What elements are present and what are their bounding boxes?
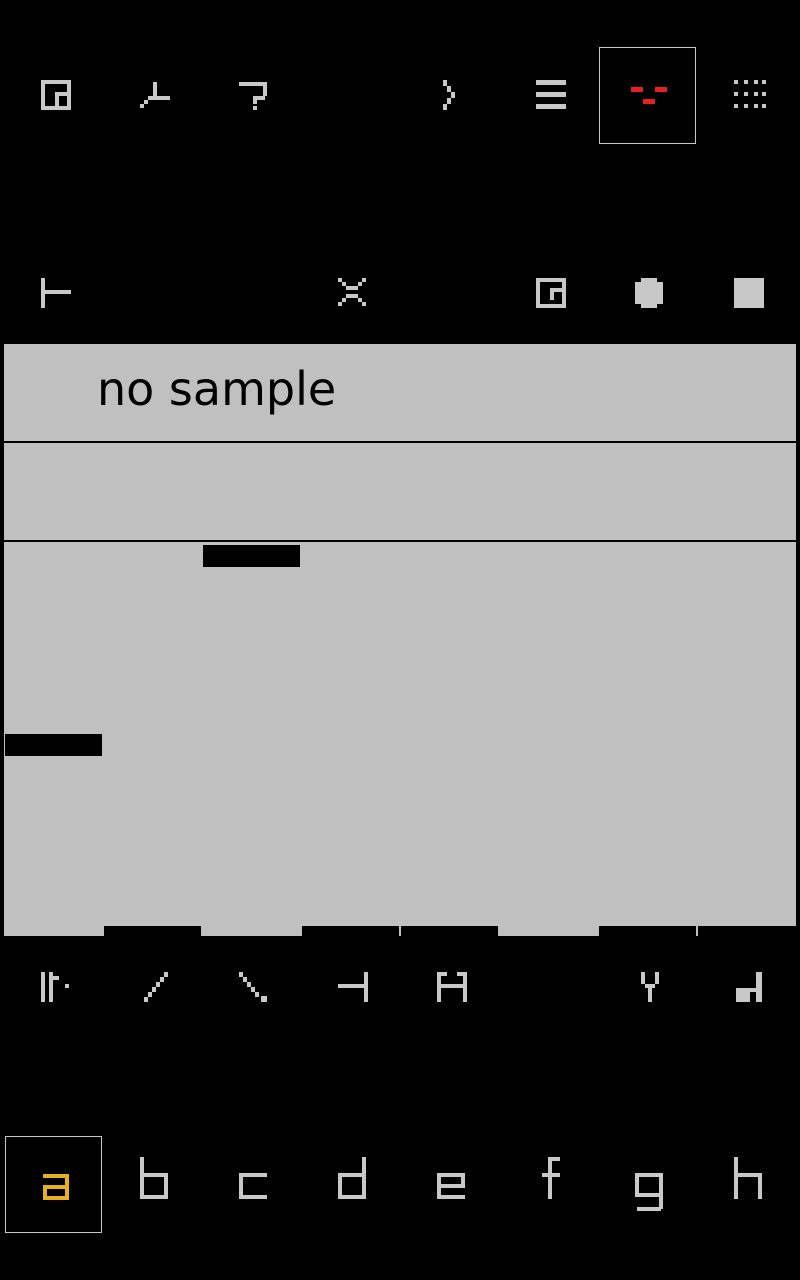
channel-d-glyph: [338, 1157, 366, 1199]
grid-column-separator: [399, 926, 401, 936]
tee-left-icon: [338, 972, 368, 1002]
channel-h-button[interactable]: h: [698, 1135, 797, 1234]
channel-c-button[interactable]: c: [203, 1135, 302, 1234]
chevron-right-icon: [443, 80, 455, 110]
help-icon: [239, 82, 267, 110]
slash-up-icon: [144, 972, 168, 1002]
tools-toolbar: [0, 938, 800, 1037]
channel-f-button[interactable]: f: [500, 1135, 599, 1234]
menu-button[interactable]: [500, 46, 599, 145]
sample-bar[interactable]: no sample: [4, 344, 796, 441]
wave-icon: [140, 82, 170, 108]
bar-dot-button[interactable]: [5, 938, 104, 1037]
fork-button[interactable]: [599, 938, 698, 1037]
window-small-icon: [536, 278, 566, 308]
square-icon: [734, 278, 764, 308]
h-icon: [437, 972, 467, 1002]
start-marker-button[interactable]: [5, 244, 104, 343]
square-button[interactable]: [698, 244, 797, 343]
corner-icon: [736, 972, 762, 1002]
tee-left-button[interactable]: [302, 938, 401, 1037]
help-button[interactable]: [203, 46, 302, 145]
start-marker-icon: [41, 278, 71, 308]
channel-a-button[interactable]: a: [5, 1136, 102, 1233]
slash-down-icon: [239, 972, 267, 1002]
channel-b-glyph: [140, 1157, 168, 1199]
channel-h-glyph: [734, 1157, 762, 1199]
second-toolbar: [0, 244, 800, 343]
channel-e-button[interactable]: e: [401, 1135, 500, 1234]
fork-icon: [641, 972, 659, 1002]
channel-g-glyph: [635, 1173, 663, 1211]
corner-button[interactable]: [698, 938, 797, 1037]
face-button[interactable]: [599, 47, 696, 144]
pattern-grid[interactable]: [4, 542, 796, 936]
channel-c-glyph: [239, 1173, 267, 1199]
channel-d-button[interactable]: d: [302, 1135, 401, 1234]
channel-a-glyph: [43, 1174, 69, 1200]
circle-icon: [635, 278, 663, 308]
channel-e-glyph: [437, 1173, 465, 1199]
slash-up-button[interactable]: [104, 938, 203, 1037]
grid-button[interactable]: [698, 46, 797, 145]
channel-g-button[interactable]: g: [599, 1135, 698, 1234]
grid-column-marker: [104, 926, 201, 936]
bar-dot-icon: [41, 972, 69, 1002]
close-x-icon: [338, 278, 366, 306]
window-button[interactable]: [5, 46, 104, 145]
secondary-bar[interactable]: [4, 443, 796, 540]
grid-column-separator: [696, 926, 698, 936]
menu-icon: [536, 80, 566, 109]
channel-f-glyph: [542, 1157, 560, 1199]
circle-button[interactable]: [599, 244, 698, 343]
wave-button[interactable]: [104, 46, 203, 145]
window-small-button[interactable]: [500, 244, 599, 343]
window-icon: [41, 80, 71, 110]
top-toolbar: [0, 46, 800, 145]
sample-label: no sample: [97, 362, 337, 416]
h-button[interactable]: [401, 938, 500, 1037]
forward-button[interactable]: [401, 46, 500, 145]
channel-b-button[interactable]: b: [104, 1135, 203, 1234]
slash-down-button[interactable]: [203, 938, 302, 1037]
face-icon: [631, 87, 667, 104]
grid-icon: [734, 80, 766, 108]
note-block[interactable]: [203, 545, 300, 567]
note-block[interactable]: [5, 734, 102, 756]
close-button[interactable]: [302, 244, 401, 343]
channel-selector: a b c d e f: [0, 1135, 800, 1234]
